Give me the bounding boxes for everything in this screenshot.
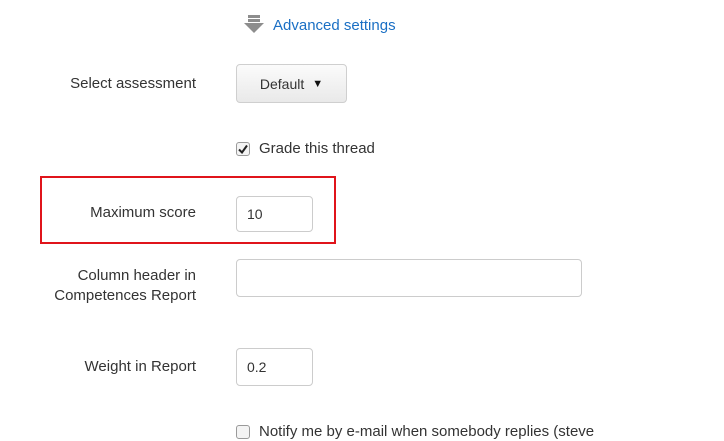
grade-thread-checkbox[interactable]	[236, 141, 250, 156]
notify-row: Notify me by e-mail when somebody replie…	[236, 423, 594, 440]
column-header-label: Column header in Competences Report	[0, 266, 196, 306]
grade-thread-label: Grade this thread	[259, 140, 375, 157]
weight-input[interactable]: 0.2	[236, 348, 313, 386]
grade-thread-row: Grade this thread	[236, 140, 375, 157]
download-arrow-icon	[241, 14, 267, 36]
assessment-select-value: Default	[259, 75, 305, 92]
select-assessment-label: Select assessment	[70, 75, 196, 92]
column-header-input[interactable]	[236, 259, 582, 297]
maximum-score-input[interactable]: 10	[236, 196, 313, 232]
column-header-label-line1: Column header in	[77, 267, 196, 284]
notify-checkbox[interactable]	[236, 424, 250, 439]
checkmark-icon	[238, 144, 248, 154]
weight-value: 0.2	[247, 359, 267, 375]
advanced-settings-link[interactable]: Advanced settings	[241, 14, 396, 36]
maximum-score-value: 10	[247, 206, 263, 222]
assessment-select[interactable]: Default ▼	[236, 64, 347, 103]
column-header-label-line2: Competences Report	[54, 287, 196, 304]
maximum-score-label: Maximum score	[90, 204, 196, 221]
notify-label: Notify me by e-mail when somebody replie…	[259, 423, 595, 440]
weight-label: Weight in Report	[84, 358, 196, 375]
advanced-settings-label: Advanced settings	[273, 16, 396, 34]
caret-down-icon: ▼	[312, 77, 324, 90]
